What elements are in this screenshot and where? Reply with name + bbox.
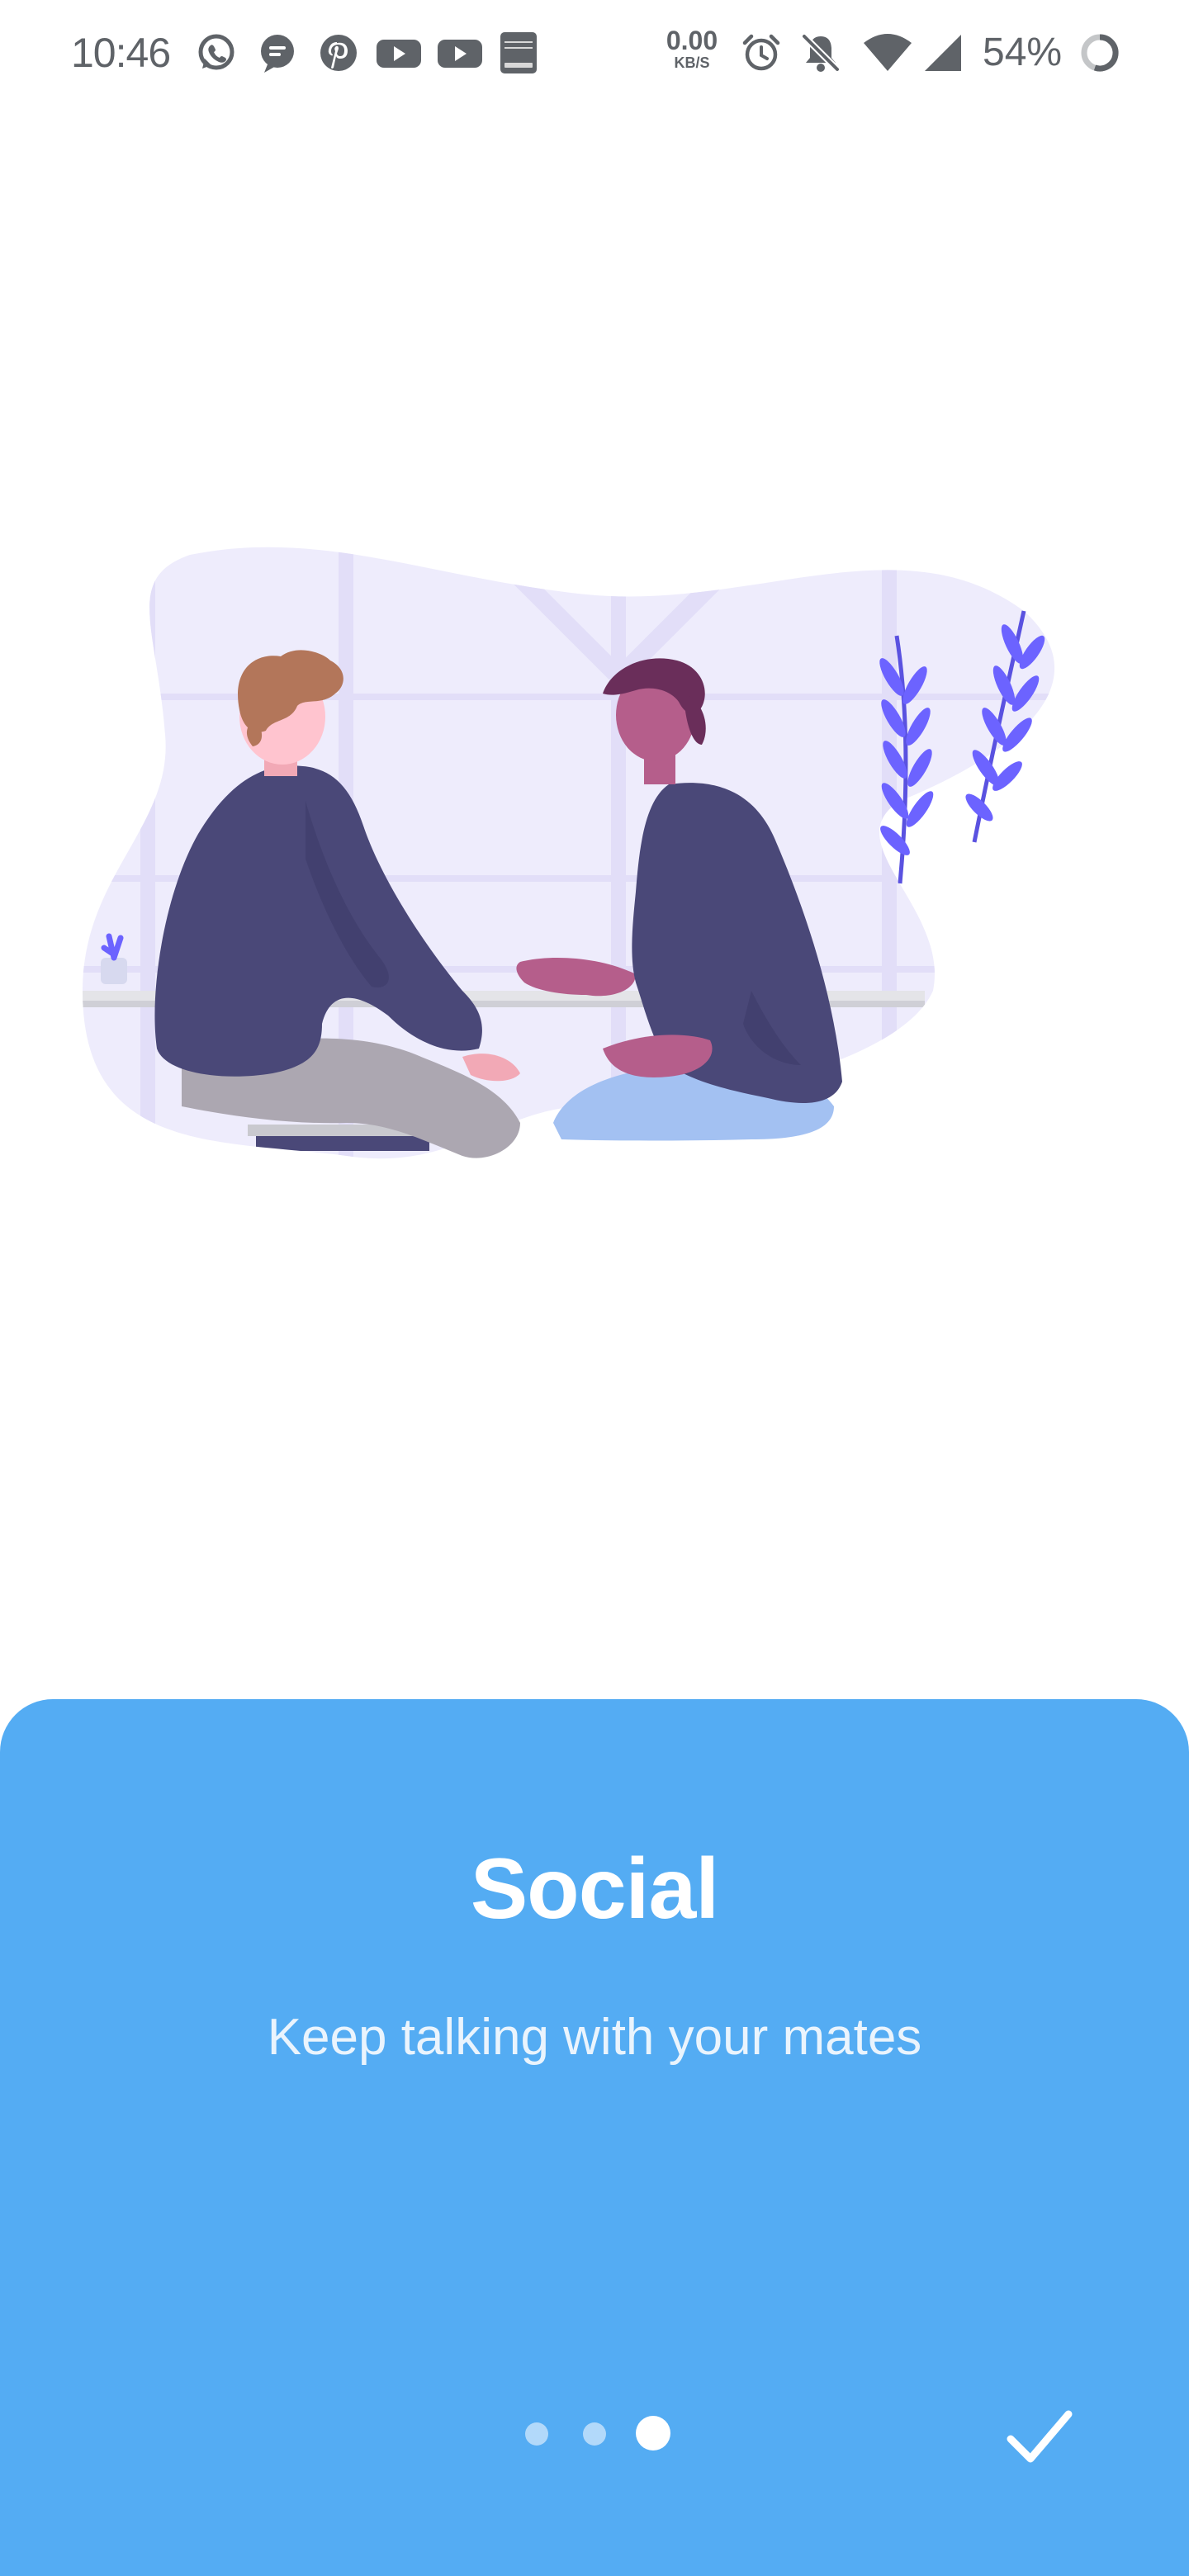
youtube-icon (375, 31, 423, 74)
page-dot-3-active[interactable] (636, 2416, 670, 2451)
done-button[interactable] (983, 2384, 1098, 2484)
alarm-icon (740, 31, 783, 74)
page-dot-1[interactable] (525, 2422, 548, 2446)
network-speed-unit: KB/S (674, 54, 710, 71)
youtube-icon (436, 31, 484, 74)
social-illustration (74, 528, 1123, 1189)
onboarding-card: Social Keep talking with your mates (0, 1699, 1189, 2576)
whatsapp-icon (195, 31, 238, 74)
slide-title: Social (470, 1841, 719, 1937)
check-icon (1007, 2410, 1073, 2463)
page-dot-2[interactable] (583, 2422, 606, 2446)
messages-icon (256, 31, 299, 74)
pinterest-icon (317, 31, 360, 74)
battery-ring-icon (1078, 31, 1121, 74)
network-speed: 0.00 KB/S (661, 26, 723, 71)
page-indicator (525, 2414, 674, 2451)
bell-off-icon (799, 31, 842, 74)
wifi-icon (862, 31, 913, 74)
status-time: 10:46 (71, 30, 171, 76)
bible-app-icon (497, 31, 540, 74)
battery-percentage: 54% (983, 31, 1063, 74)
signal-icon (921, 31, 964, 74)
status-bar: 10:46 0.00 KB/S 54% (0, 0, 1189, 107)
network-speed-value: 0.00 (666, 26, 718, 55)
slide-subtitle: Keep talking with your mates (267, 2009, 922, 2066)
